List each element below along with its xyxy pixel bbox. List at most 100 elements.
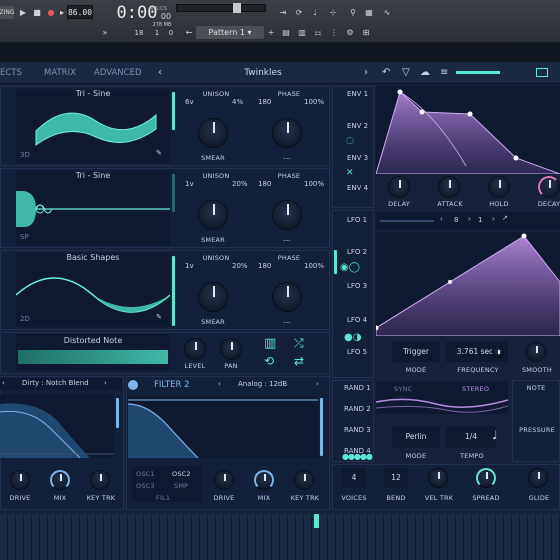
osc-1-smear-knob[interactable] [198, 118, 228, 148]
filter-2-level-bar[interactable] [320, 398, 323, 456]
osc-3-wavetable[interactable]: Basic Shapes 2D ✎ [16, 253, 170, 327]
bend-field[interactable]: 12 [384, 468, 408, 488]
rand-4-mod-icon[interactable]: ●●●●● [342, 452, 373, 461]
osc-2-smear-knob[interactable] [198, 200, 228, 230]
record-icon[interactable]: ● [45, 6, 57, 19]
osc-1-wavetable[interactable]: Tri - Sine 3D ✎ [16, 89, 170, 163]
metronome-icon[interactable]: ♩ [308, 6, 322, 19]
osc-2-level-bar[interactable] [172, 174, 175, 212]
lfo-3-tab[interactable]: LFO 3 [347, 282, 367, 290]
osc-3-phase[interactable]: 180 [258, 262, 271, 270]
osc-1-phase[interactable]: 180 [258, 98, 271, 106]
playlist-icon[interactable]: ▤ [280, 26, 292, 39]
undo-icon[interactable]: ↶ [382, 67, 390, 78]
osc-2-unison-detune[interactable]: 20% [232, 180, 248, 188]
lfo-smooth-knob[interactable] [526, 342, 546, 362]
osc-2-unison-voices[interactable]: 1v [185, 180, 194, 188]
tab-effects[interactable]: ECTS [0, 68, 22, 78]
lfo-mode-select[interactable]: Trigger [392, 342, 440, 362]
tab-advanced[interactable]: ADVANCED [94, 68, 142, 78]
osc-3-level-bar[interactable] [172, 256, 175, 326]
lfo-grid-y[interactable]: 1 [478, 216, 482, 224]
vel-trk-knob[interactable] [428, 468, 448, 488]
filter-2-graph[interactable] [127, 396, 318, 459]
random-style-select[interactable]: Perlin [392, 426, 440, 448]
filter-2-drive-knob[interactable] [214, 470, 234, 490]
env-3-mod-icon[interactable]: ✕ [346, 168, 354, 178]
keyboard-track-icon[interactable]: ▥ [264, 336, 276, 351]
lfo-2-mod-icon[interactable]: ◉◯ [340, 262, 360, 273]
osc-3-unison-voices[interactable]: 1v [185, 262, 194, 270]
add-pattern-icon[interactable]: + [266, 26, 276, 39]
osc-3-smear-knob[interactable] [198, 282, 228, 312]
filter-1-drive-knob[interactable] [10, 470, 30, 490]
mic-icon[interactable]: ⊹ [326, 6, 340, 19]
env-4-tab[interactable]: ENV 4 [347, 184, 368, 192]
osc-2-phase-pct[interactable]: 100% [304, 180, 324, 188]
filter-1-type[interactable]: Dirty : Notch Blend [22, 379, 89, 387]
filter-2-route-osc3[interactable]: OSC3 [136, 482, 155, 490]
osc-3-unison-detune[interactable]: 20% [232, 262, 248, 270]
osc-1-level-bar[interactable] [172, 92, 175, 130]
run-icon[interactable]: ⚲ [346, 6, 360, 19]
random-stereo-label[interactable]: STEREO [462, 385, 489, 393]
menu-icon[interactable]: ≡ [440, 67, 448, 78]
lfo-grid-next-icon[interactable]: › [468, 215, 471, 223]
piano-roll-icon[interactable]: ▥ [296, 26, 308, 39]
plugin-icon[interactable]: ⚙ [344, 26, 356, 39]
osc-1-unison-detune[interactable]: 4% [232, 98, 243, 106]
lfo-2-tab[interactable]: LFO 2 [347, 248, 367, 256]
lfo-graph[interactable] [373, 232, 560, 337]
stop-icon[interactable]: ■ [31, 6, 43, 19]
sample-display[interactable]: Distorted Note [16, 334, 170, 370]
env-3-tab[interactable]: ENV 3 [347, 154, 368, 162]
filter-1-level-bar[interactable] [116, 398, 119, 428]
pattern-selector[interactable]: Pattern 1 ▾ [196, 26, 264, 39]
random-graph[interactable]: SYNC STEREO [376, 382, 508, 414]
lfo-grid-prev-icon[interactable]: ‹ [440, 215, 443, 223]
filter-2-enable-toggle[interactable] [128, 380, 138, 390]
osc-2-phase-knob[interactable] [272, 200, 302, 230]
cloud-icon[interactable]: ☁ [420, 67, 430, 78]
lfo-grid-next2-icon[interactable]: › [492, 215, 495, 223]
preset-next-icon[interactable]: › [364, 67, 368, 78]
rand-1-tab[interactable]: RAND 1 [344, 384, 371, 392]
play-icon[interactable]: ▶ [17, 6, 29, 19]
lfo-sync-knob[interactable] [492, 346, 504, 358]
lfo-smooth-slider[interactable] [380, 220, 434, 222]
osc-1-unison-voices[interactable]: 6v [185, 98, 194, 106]
osc-2-phase[interactable]: 180 [258, 180, 271, 188]
snap-icon[interactable]: ⇥ [276, 6, 290, 19]
pressure-label[interactable]: PRESSURE [514, 426, 560, 434]
osc-1-phase-pct[interactable]: 100% [304, 98, 324, 106]
env-1-tab[interactable]: ENV 1 [347, 90, 368, 98]
env-hold-knob[interactable] [488, 176, 510, 198]
note-label[interactable]: NOTE [518, 384, 554, 392]
tab-matrix[interactable]: MATRIX [44, 68, 76, 78]
sample-level-knob[interactable] [184, 338, 206, 360]
filter-2-keytrk-knob[interactable] [294, 470, 314, 490]
lfo-grid-x[interactable]: 8 [454, 216, 458, 224]
lfo-4-mod-icon[interactable]: ●◑ [344, 332, 361, 343]
osc-1-phase-knob[interactable] [272, 118, 302, 148]
glide-knob[interactable] [528, 468, 548, 488]
loop-icon[interactable]: ⟳ [292, 6, 306, 19]
lfo-5-tab[interactable]: LFO 5 [347, 348, 367, 356]
tempo-display[interactable]: 86.00 [67, 5, 93, 19]
filter-1-prev-icon[interactable]: ‹ [2, 379, 5, 387]
filter-2-prev-icon[interactable]: ‹ [218, 380, 221, 388]
osc-3-phase-pct[interactable]: 100% [304, 262, 324, 270]
osc-3-edit-icon[interactable]: ✎ [156, 313, 162, 321]
random-tempo-field[interactable]: 1/4 [446, 426, 496, 448]
filter-1-graph[interactable] [0, 394, 114, 459]
grid-icon[interactable]: ▦ [362, 6, 376, 19]
osc-2-wavetable[interactable]: Tri - Sine SP [16, 171, 170, 245]
rand-2-tab[interactable]: RAND 2 [344, 405, 371, 413]
preset-name[interactable]: Twinkles [200, 68, 326, 78]
pattern-arrow-icon[interactable]: ← [184, 26, 194, 39]
filter-2-type[interactable]: Analog : 12dB [238, 380, 287, 388]
env-2-mod-icon[interactable]: ◌ [346, 136, 354, 146]
bounce-icon[interactable]: ⇄ [294, 354, 304, 368]
lfo-4-tab[interactable]: LFO 4 [347, 316, 367, 324]
rand-3-tab[interactable]: RAND 3 [344, 426, 371, 434]
